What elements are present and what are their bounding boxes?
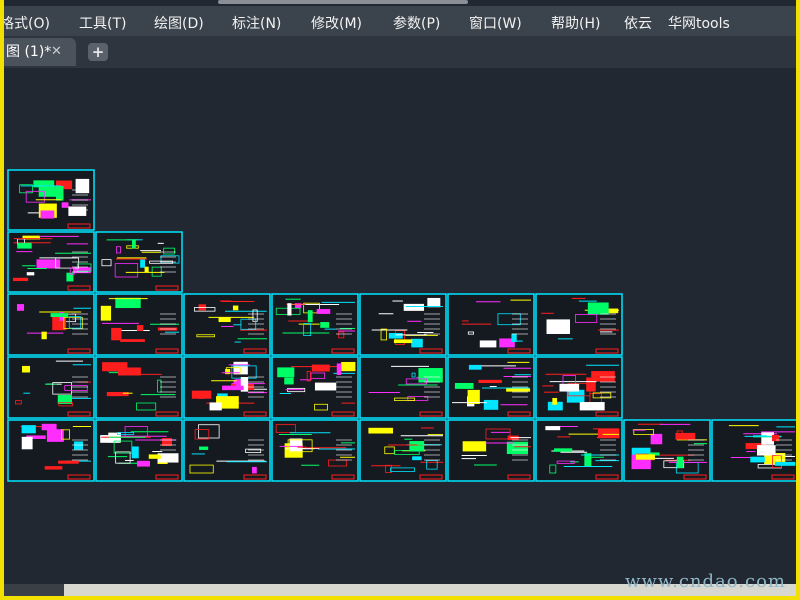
drawing-sheet[interactable] [183,356,271,419]
watermark-text: www.cndao.com [625,571,786,592]
drawing-sheet[interactable] [183,293,271,356]
close-icon[interactable]: ✕ [51,38,62,66]
drawing-sheet[interactable] [359,419,447,482]
drawing-sheet[interactable] [95,293,183,356]
drawing-canvas[interactable] [4,68,796,584]
horizontal-scrollbar[interactable] [218,0,468,4]
drawing-sheet[interactable] [7,419,95,482]
drawing-sheet[interactable] [7,169,95,231]
menu-draw[interactable]: 绘图(D) [154,13,204,33]
menu-tools[interactable]: 工具(T) [79,13,126,33]
drawing-sheet[interactable] [711,419,796,482]
menu-bar: 格式(O) 工具(T) 绘图(D) 标注(N) 修改(M) 参数(P) 窗口(W… [4,6,796,36]
drawing-sheet[interactable] [359,356,447,419]
drawing-sheet[interactable] [447,293,535,356]
drawing-sheet[interactable] [271,356,359,419]
menu-window[interactable]: 窗口(W) [469,13,522,33]
drawing-sheet[interactable] [95,419,183,482]
cad-application-window: 格式(O) 工具(T) 绘图(D) 标注(N) 修改(M) 参数(P) 窗口(W… [4,0,796,596]
document-tab-label: 图 (1)* [6,44,52,60]
menu-dimension[interactable]: 标注(N) [232,13,281,33]
menu-format[interactable]: 格式(O) [4,13,50,33]
drawing-sheet[interactable] [7,293,95,356]
drawing-sheet[interactable] [7,356,95,419]
menu-modify[interactable]: 修改(M) [311,13,362,33]
drawing-sheet[interactable] [535,293,623,356]
menu-huawang-tools[interactable]: 华网tools [668,13,730,33]
document-tab-active[interactable]: 图 (1)* ✕ [4,38,76,66]
drawing-sheet[interactable] [359,293,447,356]
drawing-sheet[interactable] [7,231,95,293]
drawing-sheet[interactable] [623,419,711,482]
drawing-sheet[interactable] [535,419,623,482]
drawing-sheet[interactable] [271,419,359,482]
drawing-sheet[interactable] [183,419,271,482]
add-tab-button[interactable]: + [88,43,108,61]
document-tab-bar: 图 (1)* ✕ + [4,36,796,68]
menu-parametric[interactable]: 参数(P) [393,13,440,33]
drawing-sheet[interactable] [447,419,535,482]
drawing-sheet[interactable] [95,356,183,419]
menu-help[interactable]: 帮助(H) [551,13,600,33]
drawing-sheet[interactable] [447,356,535,419]
drawing-sheet[interactable] [95,231,183,293]
drawing-sheet[interactable] [271,293,359,356]
drawing-sheet[interactable] [535,356,623,419]
menu-yiyun[interactable]: 依云 [624,13,652,33]
